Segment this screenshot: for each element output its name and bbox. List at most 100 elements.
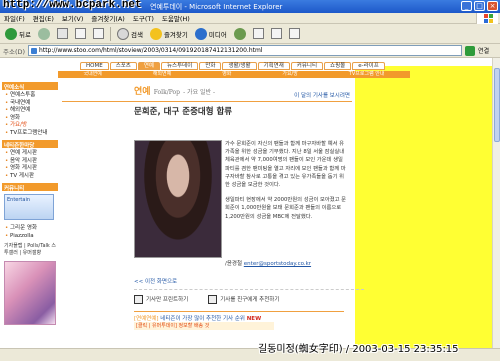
print-button[interactable] [269, 26, 284, 42]
sidebar-item-music-board[interactable]: 음악 게시판 [5, 158, 58, 166]
windows-logo-icon [476, 13, 498, 24]
sidebar-item-tv[interactable]: TV프로그램안내 [5, 130, 58, 138]
nav-elife[interactable]: e-라이프 [352, 62, 385, 70]
sidebar-item-overseas[interactable]: 해외연예 [5, 107, 58, 115]
subnav-domestic[interactable]: 국내연예 [83, 71, 101, 78]
history-icon [233, 27, 246, 40]
forward-button[interactable] [36, 26, 52, 42]
nav-series[interactable]: 기획연재 [257, 62, 290, 70]
banner-text: Entertain [7, 197, 31, 203]
minimize-icon[interactable]: _ [461, 1, 472, 11]
page-viewport: HOME 스포츠 연예 뉴스투데이 만화 생활/생활 기획연재 커뮤니티 쇼핑몰… [0, 58, 492, 348]
edit-button[interactable] [287, 26, 302, 42]
refresh-button[interactable] [73, 26, 88, 42]
subnav-tv[interactable]: TV프로그램 안내 [349, 71, 385, 78]
sidebar-item-home[interactable]: 연예스투홈 [5, 92, 58, 100]
article-paragraph-1: 가수 문희준이 자신의 팬들과 함께 마구자바할 예서 유가족을 위한 성금을 … [225, 141, 346, 189]
menu-file[interactable]: 파일(F) [4, 13, 25, 23]
entertain-banner[interactable]: Entertain [4, 194, 54, 220]
media-button[interactable]: 미디어 [193, 26, 229, 42]
vertical-scrollbar[interactable] [492, 58, 500, 348]
menu-view[interactable]: 보기(V) [62, 13, 83, 23]
subnav-overseas[interactable]: 해외연예 [153, 71, 171, 78]
back-arrow-icon [5, 27, 17, 40]
maximize-icon[interactable]: □ [474, 1, 485, 11]
menu-favorites[interactable]: 즐겨찾기(A) [91, 13, 124, 23]
email-article-label: 기사를 친구에게 추천하기 [220, 297, 280, 303]
subnav-music[interactable]: 가요/방 [282, 71, 298, 78]
sidebar-item-tv-board[interactable]: TV 게시판 [5, 173, 58, 181]
watermark-bottom: 길동미정(蜘女字印) / 2003-03-15 23:35:15 [258, 344, 459, 355]
left-sidebar: 연예소식 연예스투홈 국내연예 해외연예 영화 가요/방 TV프로그램안내 네티… [2, 82, 58, 325]
subnav-movies[interactable]: 영화 [222, 71, 231, 78]
watermark-top: http://www.bcpark.net [3, 0, 142, 11]
news-header: 연예소식 [2, 82, 58, 91]
history-button[interactable] [232, 26, 248, 42]
links-label[interactable]: 연결 [478, 46, 489, 55]
previous-page-link[interactable]: << 이전 화면으로 [134, 277, 177, 285]
print-article-button[interactable]: 기사만 프린트하기 [134, 294, 189, 304]
nav-home[interactable]: HOME [80, 62, 109, 70]
search-button[interactable]: 검색 [115, 26, 145, 42]
favorites-label: 즐겨찾기 [163, 30, 188, 39]
menu-edit[interactable]: 편집(E) [33, 13, 54, 23]
more-articles-link[interactable]: 이 달의 기사를 보시려면 [294, 91, 350, 99]
anime-banner-image[interactable] [4, 261, 56, 325]
nav-comics[interactable]: 만화 [199, 62, 222, 70]
window-title: 연예투데이 - Microsoft Internet Explorer [150, 3, 283, 11]
article-photo [134, 140, 222, 258]
section-header: 연예 Folk/Pop - 가요 일반 - 이 달의 기사를 보시려면 [62, 82, 352, 102]
section-sub: Folk/Pop [153, 89, 180, 96]
close-icon[interactable]: × [487, 1, 498, 11]
forward-arrow-icon [37, 27, 50, 40]
mail-icon [252, 28, 264, 39]
article-actions: 기사만 프린트하기 기사를 친구에게 추천하기 [134, 289, 364, 305]
menu-help[interactable]: 도움말(H) [162, 13, 190, 23]
sidebar-footer-links[interactable]: 기자플랩 | Polls/Talk 스투갤러 | 유머갤향 [2, 243, 58, 257]
edit-icon [288, 28, 300, 39]
nav-shopping[interactable]: 쇼핑몰 [324, 62, 352, 70]
section-logo-text: 연예 [134, 87, 151, 97]
url-field[interactable]: http://www.stoo.com/html/stoview/2003/03… [28, 45, 463, 56]
nav-news[interactable]: 뉴스투데이 [161, 62, 199, 70]
sidebar-item-movies[interactable]: 영화 [5, 115, 58, 123]
sidebar-item-piazzolla[interactable]: Piazzolla [5, 233, 58, 241]
menu-tools[interactable]: 도구(T) [133, 13, 154, 23]
sidebar-item-domestic[interactable]: 국내연예 [5, 100, 58, 108]
back-button[interactable]: 뒤로 [3, 26, 33, 42]
favorites-button[interactable]: 즐겨찾기 [148, 26, 190, 42]
board-header: 네티즌한마당 [2, 140, 58, 149]
scroll-thumb[interactable] [494, 68, 500, 142]
home-button[interactable] [91, 26, 106, 42]
byline: /윤경철 enter@sportstoday.co.kr [225, 259, 311, 267]
print-article-label: 기사만 프린트하기 [146, 297, 189, 303]
media-icon [194, 27, 207, 40]
article-paragraph-2: 생일파티 현장에서 약 2000만원의 성금이 모아졌고 문희준이 1,000만… [225, 197, 347, 220]
article-area: 연예 Folk/Pop - 가요 일반 - 이 달의 기사를 보시려면 문희준,… [62, 82, 364, 330]
printer-icon [134, 294, 143, 304]
sidebar-item-movie-board[interactable]: 영화 게시판 [5, 165, 58, 173]
go-arrow-icon[interactable] [465, 45, 476, 56]
printer-icon [270, 28, 282, 39]
nav-life[interactable]: 생활/생활 [222, 62, 257, 70]
sidebar-item-music[interactable]: 가요/방 [5, 122, 58, 130]
section-logo: 연예 Folk/Pop - 가요 일반 - [134, 84, 215, 97]
highlight-band [355, 66, 492, 348]
nav-entertainment[interactable]: 연예 [137, 62, 160, 70]
section-label: - 가요 일반 - [183, 89, 215, 96]
article-body: 가수 문희준이 자신의 팬들과 함께 마구자바할 예서 유가족을 위한 성금을 … [225, 140, 347, 228]
board-list: 연예 게시판 음악 게시판 영화 게시판 TV 게시판 [2, 148, 58, 183]
sidebar-item-old-movies[interactable]: 그리운 영화 [5, 225, 58, 233]
article-headline: 문희준, 대구 준중대형 합류 [134, 107, 233, 117]
media-label: 미디어 [208, 30, 227, 39]
toolbar: 뒤로 검색 즐겨찾기 미디어 [0, 24, 500, 44]
nav-sports[interactable]: 스포츠 [109, 62, 137, 70]
address-label: 주소(D) [3, 47, 26, 56]
mail-button[interactable] [251, 26, 266, 42]
byline-email[interactable]: enter@sportstoday.co.kr [244, 261, 311, 267]
email-article-button[interactable]: 기사를 친구에게 추천하기 [208, 294, 280, 304]
sidebar-item-ent-board[interactable]: 연예 게시판 [5, 150, 58, 158]
related-item[interactable]: [클릭 | 유머투데이] 정보할 배송 것 [134, 322, 274, 330]
stop-button[interactable] [55, 26, 70, 42]
nav-community[interactable]: 커뮤니티 [290, 62, 324, 70]
